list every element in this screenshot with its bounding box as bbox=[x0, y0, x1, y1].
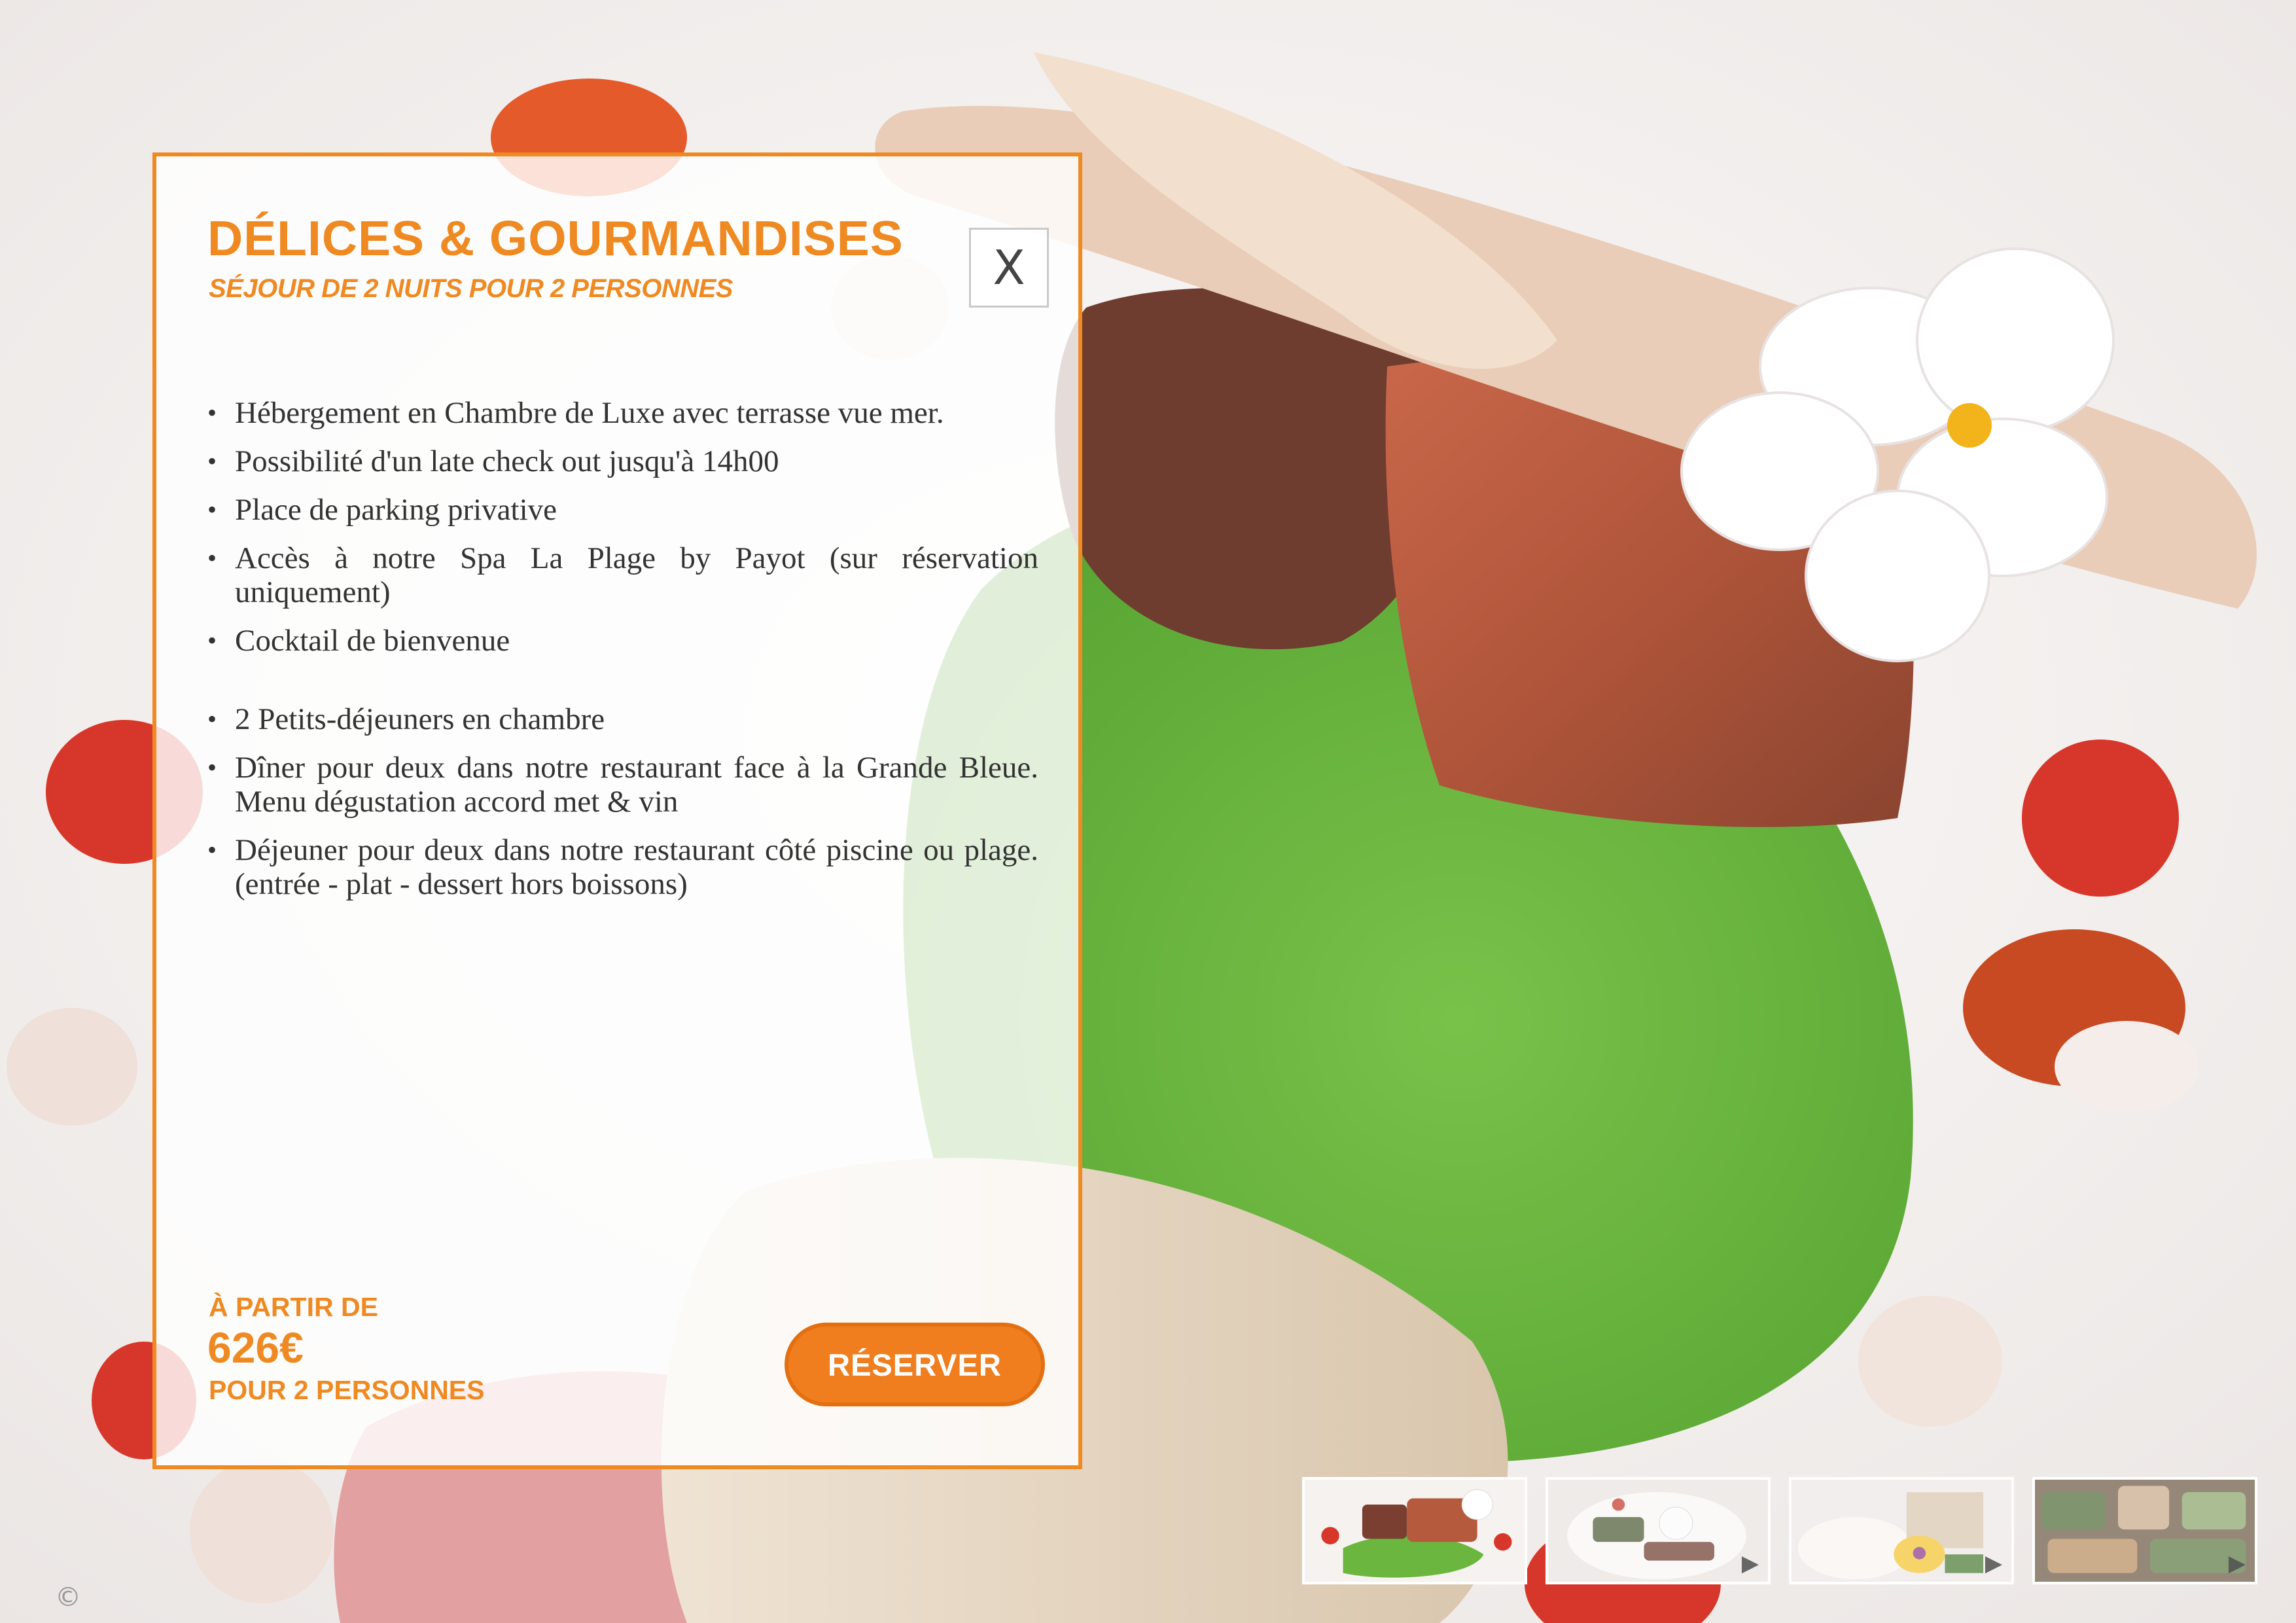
list-item: Déjeuner pour deux dans notre restaurant… bbox=[207, 833, 1038, 901]
list-item: Accès à notre Spa La Plage by Payot (sur… bbox=[207, 541, 1038, 609]
copyright-icon: © bbox=[55, 1582, 81, 1613]
play-icon: ▶ bbox=[1985, 1550, 2002, 1577]
book-button[interactable]: RÉSERVER bbox=[785, 1323, 1045, 1406]
thumbnail-dim-overlay bbox=[2035, 1480, 2255, 1582]
offer-panel: DÉLICES & GOURMANDISES SÉJOUR DE 2 NUITS… bbox=[152, 152, 1082, 1469]
thumbnail-dim-overlay bbox=[1792, 1480, 2011, 1582]
price-from-label: À PARTIR DE bbox=[209, 1292, 378, 1322]
list-item: Possibilité d'un late check out jusqu'à … bbox=[207, 444, 1038, 478]
thumbnail-1[interactable] bbox=[1302, 1477, 1527, 1584]
offer-subtitle: SÉJOUR DE 2 NUITS POUR 2 PERSONNES bbox=[209, 274, 733, 303]
list-item: 2 Petits-déjeuners en chambre bbox=[207, 702, 1038, 736]
thumbnail-dim-overlay bbox=[1548, 1480, 1768, 1582]
thumbnail-3[interactable]: ▶ bbox=[1789, 1477, 2014, 1584]
close-button[interactable]: X bbox=[969, 228, 1049, 308]
list-item: Hébergement en Chambre de Luxe avec terr… bbox=[207, 396, 1038, 430]
price-amount: 626€ bbox=[207, 1323, 304, 1372]
offer-title: DÉLICES & GOURMANDISES bbox=[207, 211, 904, 266]
thumbnail-4[interactable]: ▶ bbox=[2032, 1477, 2257, 1584]
play-icon: ▶ bbox=[1741, 1550, 1759, 1577]
play-icon: ▶ bbox=[2228, 1550, 2246, 1577]
list-item: Dîner pour deux dans notre restaurant fa… bbox=[207, 751, 1038, 819]
price-per-label: POUR 2 PERSONNES bbox=[209, 1375, 485, 1405]
list-item: Cocktail de bienvenue bbox=[207, 624, 1038, 658]
thumbnail-2[interactable]: ▶ bbox=[1545, 1477, 1771, 1584]
features-list: Hébergement en Chambre de Luxe avec terr… bbox=[207, 396, 1038, 916]
list-item: Place de parking privative bbox=[207, 493, 1038, 527]
